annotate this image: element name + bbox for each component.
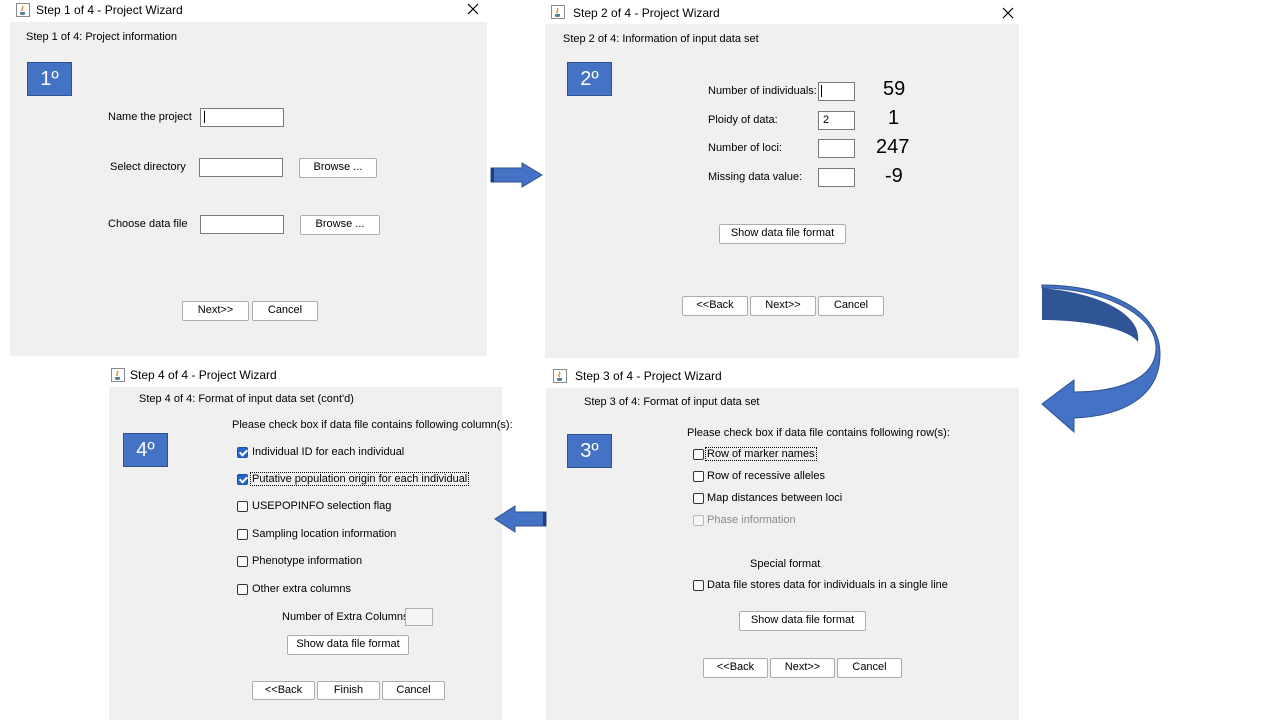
loci-annotation: 247 <box>876 136 910 158</box>
individuals-input[interactable] <box>818 82 855 101</box>
marker-names-checkbox[interactable] <box>693 449 704 460</box>
back-button[interactable]: <<Back <box>252 681 315 700</box>
java-coffee-cup-icon <box>16 3 30 17</box>
ploidy-input[interactable]: 2 <box>818 111 855 130</box>
java-coffee-cup-icon <box>551 5 565 19</box>
ploidy-label: Ploidy of data: <box>708 114 778 126</box>
step1-window-title: Step 1 of 4 - Project Wizard <box>36 3 183 17</box>
step4-window-title: Step 4 of 4 - Project Wizard <box>130 368 277 382</box>
show-data-file-format-button[interactable]: Show data file format <box>287 635 409 655</box>
usepopinfo-label[interactable]: USEPOPINFO selection flag <box>252 500 391 512</box>
step3-window: Step 3 of 4 - Project Wizard Step 3 of 4… <box>546 366 1019 720</box>
sampling-location-label[interactable]: Sampling location information <box>252 528 396 540</box>
back-button[interactable]: <<Back <box>703 658 768 678</box>
population-origin-label[interactable]: Putative population origin for each indi… <box>250 472 470 486</box>
missing-value-label: Missing data value: <box>708 171 803 183</box>
step1-badge: 1º <box>27 62 72 96</box>
step4-window: Step 4 of 4 - Project Wizard Step 4 of 4… <box>109 365 513 720</box>
next-button[interactable]: Next>> <box>182 301 249 321</box>
back-button[interactable]: <<Back <box>682 296 748 316</box>
close-icon[interactable] <box>465 1 481 17</box>
single-line-label[interactable]: Data file stores data for individuals in… <box>707 579 948 591</box>
step3-instruction: Please check box if data file contains f… <box>687 427 950 439</box>
loci-input[interactable] <box>818 139 855 158</box>
step1-titlebar: Step 1 of 4 - Project Wizard <box>10 0 487 22</box>
phase-information-checkbox <box>693 515 704 526</box>
phenotype-label[interactable]: Phenotype information <box>252 555 362 567</box>
datafile-input[interactable] <box>200 215 284 234</box>
individual-id-label[interactable]: Individual ID for each individual <box>252 446 404 458</box>
step4-instruction: Please check box if data file contains f… <box>232 419 513 431</box>
curved-arrow-icon <box>1041 284 1161 434</box>
directory-input[interactable] <box>199 158 283 177</box>
browse-directory-button[interactable]: Browse ... <box>299 158 377 178</box>
phase-information-label: Phase information <box>707 514 796 526</box>
text-caret <box>821 85 822 97</box>
single-line-checkbox[interactable] <box>693 580 704 591</box>
marker-names-label[interactable]: Row of marker names <box>705 447 817 461</box>
map-distances-label[interactable]: Map distances between loci <box>707 492 842 504</box>
cancel-button[interactable]: Cancel <box>252 301 318 321</box>
next-button[interactable]: Next>> <box>750 296 816 316</box>
population-origin-checkbox[interactable] <box>237 474 248 485</box>
show-data-file-format-button[interactable]: Show data file format <box>719 224 846 244</box>
cancel-button[interactable]: Cancel <box>382 681 445 700</box>
project-name-label: Name the project <box>108 111 192 123</box>
number-extra-columns-input[interactable] <box>405 608 433 626</box>
individual-id-checkbox[interactable] <box>237 447 248 458</box>
next-button[interactable]: Next>> <box>770 658 835 678</box>
datafile-label: Choose data file <box>108 218 188 230</box>
missing-value-input[interactable] <box>818 168 855 187</box>
step3-heading: Step 3 of 4: Format of input data set <box>584 396 760 408</box>
step1-heading: Step 1 of 4: Project information <box>26 31 178 43</box>
step4-titlebar: Step 4 of 4 - Project Wizard <box>109 365 502 387</box>
step2-heading: Step 2 of 4: Information of input data s… <box>563 33 759 45</box>
browse-datafile-button[interactable]: Browse ... <box>300 215 380 235</box>
text-caret <box>204 111 205 123</box>
cancel-button[interactable]: Cancel <box>837 658 902 678</box>
step3-titlebar: Step 3 of 4 - Project Wizard <box>546 366 1019 388</box>
show-data-file-format-button[interactable]: Show data file format <box>739 611 866 631</box>
recessive-alleles-checkbox[interactable] <box>693 471 704 482</box>
phenotype-checkbox[interactable] <box>237 556 248 567</box>
step4-heading: Step 4 of 4: Format of input data set (c… <box>139 393 354 405</box>
extra-columns-label[interactable]: Other extra columns <box>252 583 351 595</box>
step4-badge: 4º <box>123 433 168 467</box>
cancel-button[interactable]: Cancel <box>818 296 884 316</box>
java-coffee-cup-icon <box>553 369 567 383</box>
special-format-heading: Special format <box>750 558 821 570</box>
ploidy-annotation: 1 <box>888 107 900 129</box>
directory-label: Select directory <box>110 161 186 173</box>
step2-window: Step 2 of 4 - Project Wizard Step 2 of 4… <box>545 0 1019 358</box>
step1-window: Step 1 of 4 - Project Wizard Step 1 of 4… <box>10 0 487 356</box>
recessive-alleles-label[interactable]: Row of recessive alleles <box>707 470 825 482</box>
arrow-right-icon <box>490 162 543 188</box>
sampling-location-checkbox[interactable] <box>237 529 248 540</box>
arrow-left-icon <box>494 505 547 533</box>
step2-window-title: Step 2 of 4 - Project Wizard <box>573 6 720 20</box>
step3-badge: 3º <box>567 434 612 468</box>
step3-window-title: Step 3 of 4 - Project Wizard <box>575 369 722 383</box>
close-icon[interactable] <box>1000 5 1016 21</box>
missing-value-annotation: -9 <box>885 165 903 187</box>
step2-badge: 2º <box>567 62 612 96</box>
project-name-input[interactable] <box>200 108 284 127</box>
java-coffee-cup-icon <box>111 368 125 382</box>
individuals-label: Number of individuals: <box>708 85 817 97</box>
extra-columns-checkbox[interactable] <box>237 584 248 595</box>
individuals-annotation: 59 <box>883 78 906 100</box>
usepopinfo-checkbox[interactable] <box>237 501 248 512</box>
map-distances-checkbox[interactable] <box>693 493 704 504</box>
loci-label: Number of loci: <box>708 142 782 154</box>
finish-button[interactable]: Finish <box>317 681 380 700</box>
step2-titlebar: Step 2 of 4 - Project Wizard <box>545 0 1019 24</box>
number-extra-columns-label: Number of Extra Columns: <box>282 611 412 623</box>
